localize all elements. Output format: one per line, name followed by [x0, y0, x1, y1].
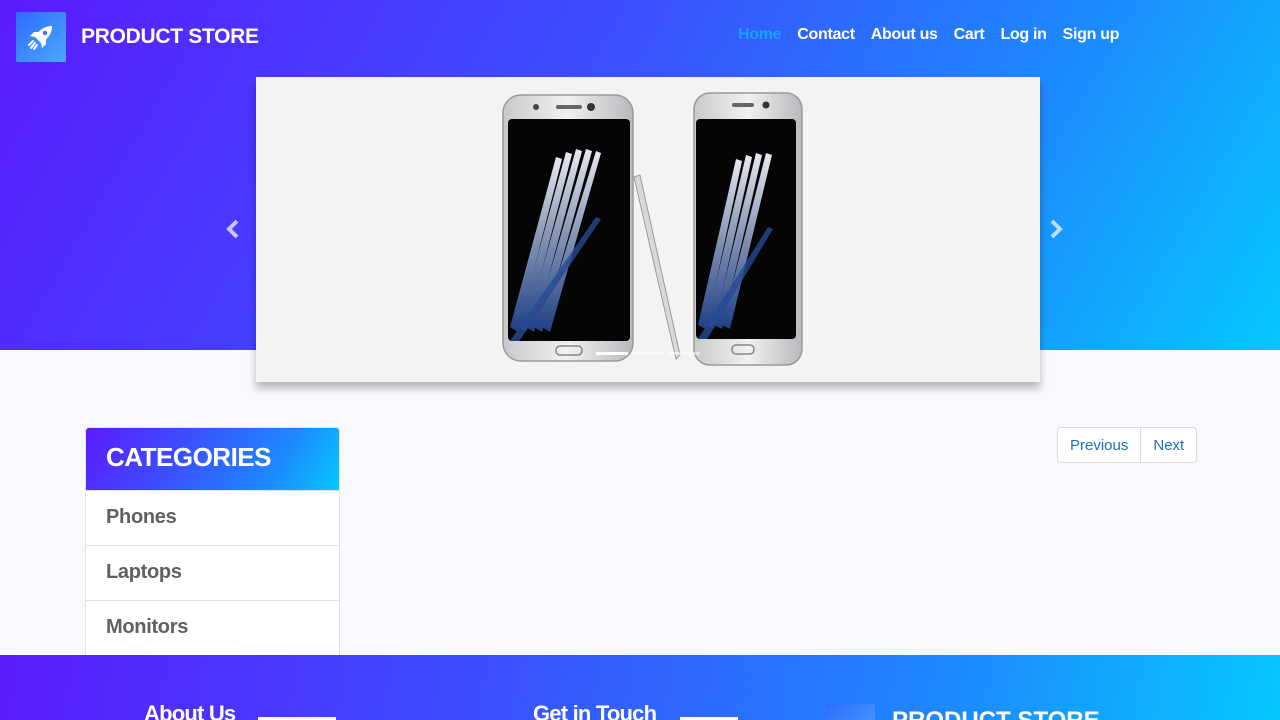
footer-contact-title: Get in Touch	[533, 701, 657, 720]
carousel-indicator[interactable]	[596, 352, 628, 355]
carousel-prev-button[interactable]	[223, 216, 243, 242]
nav-about-us[interactable]: About us	[871, 26, 938, 44]
carousel-indicator[interactable]	[632, 352, 664, 355]
footer-rocket-icon	[825, 704, 875, 720]
main-nav: Home Contact About us Cart Log in Sign u…	[738, 26, 1135, 44]
chevron-left-icon	[226, 219, 239, 239]
nav-cart[interactable]: Cart	[954, 26, 985, 44]
carousel-slide	[256, 77, 1040, 382]
previous-button[interactable]: Previous	[1058, 428, 1140, 462]
footer-about-title: About Us	[144, 701, 236, 720]
rocket-icon[interactable]	[16, 12, 66, 62]
brand[interactable]: PRODUCT STORE	[16, 12, 259, 62]
carousel-image	[502, 92, 803, 366]
nav-sign-up[interactable]: Sign up	[1063, 26, 1120, 44]
category-laptops[interactable]: Laptops	[86, 545, 339, 600]
nav-contact[interactable]: Contact	[797, 26, 855, 44]
categories-title[interactable]: CATEGORIES	[86, 428, 339, 490]
category-phones[interactable]: Phones	[86, 490, 339, 545]
footer-brand: PRODUCT STORE	[892, 707, 1100, 720]
categories-list: CATEGORIES Phones Laptops Monitors	[85, 427, 340, 656]
nav-home[interactable]: Home	[738, 26, 782, 44]
pagination: Previous Next	[1057, 427, 1198, 463]
carousel-indicator[interactable]	[668, 352, 700, 355]
chevron-right-icon	[1050, 219, 1063, 239]
nav-log-in[interactable]: Log in	[1000, 26, 1046, 44]
carousel-next-button[interactable]	[1046, 216, 1066, 242]
brand-name[interactable]: PRODUCT STORE	[81, 25, 259, 49]
category-monitors[interactable]: Monitors	[86, 600, 339, 655]
carousel-indicators	[596, 352, 700, 355]
footer: About Us Get in Touch PRODUCT STORE	[0, 655, 1280, 720]
next-button[interactable]: Next	[1140, 428, 1196, 462]
